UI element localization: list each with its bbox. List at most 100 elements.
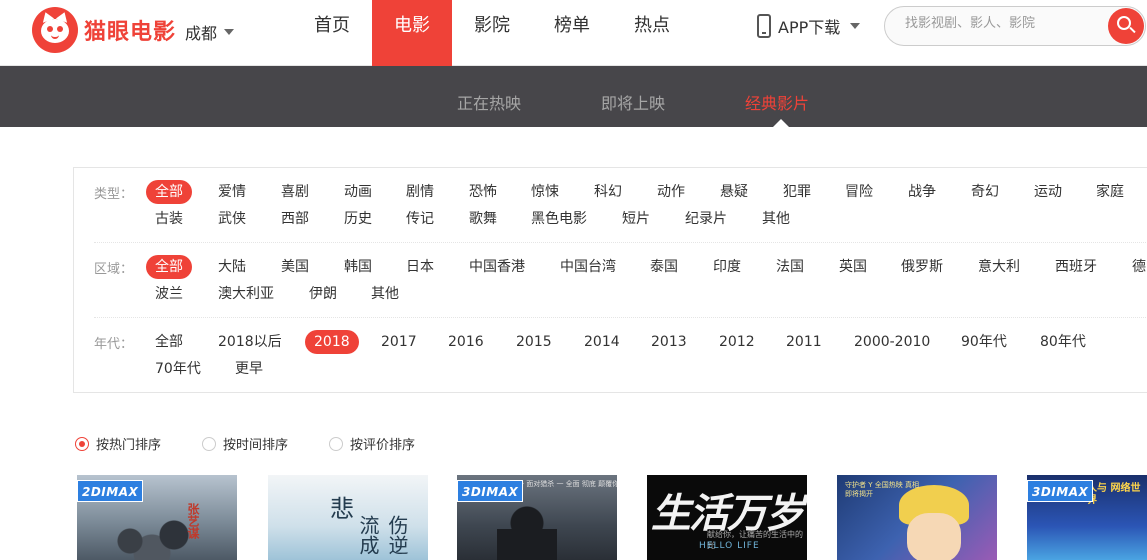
filter-tag[interactable]: 中国香港 [469,255,525,279]
filter-tag[interactable]: 2000-2010 [854,330,930,354]
filter-tag[interactable]: 中国台湾 [560,255,616,279]
logo-text: 猫眼电影 [84,20,177,45]
filter-tag[interactable]: 运动 [1034,180,1062,204]
subnav-classic[interactable]: 经典影片 [745,90,809,114]
filter-tag[interactable]: 90年代 [961,330,1007,354]
poster-text: 人与 网络世界 [1087,483,1141,506]
subnav-coming-soon[interactable]: 即将上映 [601,90,665,114]
sort-option-time[interactable]: 按时间排序 [202,434,288,453]
filter-tag[interactable]: 2016 [448,330,484,354]
filter-tag[interactable]: 意大利 [978,255,1020,279]
filter-tag[interactable]: 印度 [713,255,741,279]
filter-tag[interactable]: 2015 [516,330,552,354]
nav-item-cinemas[interactable]: 影院 [452,0,532,66]
filter-tag[interactable]: 德国 [1132,255,1147,279]
filter-tag[interactable]: 纪录片 [685,207,727,231]
filter-panel: 类型： 全部 爱情 喜剧 动画 剧情 恐怖 惊悚 科幻 动作 悬疑 犯罪 冒险 … [73,167,1147,393]
city-selector[interactable]: 成都 [185,20,235,44]
filter-tag[interactable]: 英国 [839,255,867,279]
filter-tag[interactable]: 其他 [762,207,790,231]
filter-tag[interactable]: 传记 [406,207,434,231]
filter-tag[interactable]: 70年代 [155,357,201,381]
filter-tag[interactable]: 全部 [146,180,192,204]
filter-tag[interactable]: 2018 [305,330,359,354]
filter-tag[interactable]: 伊朗 [309,282,337,306]
filter-tag[interactable]: 更早 [235,357,263,381]
subnav-now-showing[interactable]: 正在热映 [457,90,521,114]
maoyan-logo[interactable]: 猫眼电影 [32,7,176,53]
filter-tag[interactable]: 古装 [155,207,183,231]
filter-tag[interactable]: 恐怖 [469,180,497,204]
imax-badge: 2DIMAX [77,480,144,502]
filter-tag[interactable]: 波兰 [155,282,183,306]
filter-tag[interactable]: 剧情 [406,180,434,204]
filter-row-type: 类型： 全部 爱情 喜剧 动画 剧情 恐怖 惊悚 科幻 动作 悬疑 犯罪 冒险 … [94,168,1147,243]
filter-tag[interactable]: 爱情 [218,180,246,204]
search-input[interactable] [905,16,1105,31]
movie-poster[interactable]: 人与 网络世界 3DIMAX [1027,475,1147,560]
filter-row-year: 年代： 全部 2018以后 2018 2017 2016 2015 2014 2… [94,318,1147,393]
filter-tag[interactable]: 其他 [371,282,399,306]
filter-tag[interactable]: 西班牙 [1055,255,1097,279]
filter-tag[interactable]: 武侠 [218,207,246,231]
filter-tag[interactable]: 犯罪 [783,180,811,204]
filter-label-region: 区域： [94,262,134,277]
sort-option-rating[interactable]: 按评价排序 [329,434,415,453]
movie-poster[interactable]: 生活万岁 献给你，让痛苦的生活中的光 HELLO LIFE [647,475,807,560]
filter-tag[interactable]: 冒险 [845,180,873,204]
movie-poster[interactable]: 悲 伤逆流成 [268,475,428,560]
filter-tag[interactable]: 动作 [657,180,685,204]
sort-label: 按时间排序 [223,438,289,453]
filter-tag[interactable]: 动画 [344,180,372,204]
filter-tag[interactable]: 悬疑 [720,180,748,204]
filter-tag[interactable]: 2014 [584,330,620,354]
filter-tag[interactable]: 2011 [786,330,822,354]
movie-poster[interactable]: 守护者 Y 全国热映 真相 即将揭开 [837,475,997,560]
filter-tag[interactable]: 2018以后 [218,330,282,354]
filter-tag[interactable]: 2013 [651,330,687,354]
filter-tag[interactable]: 西部 [281,207,309,231]
filter-tag[interactable]: 全部 [155,330,183,354]
filter-row-region: 区域： 全部 大陆 美国 韩国 日本 中国香港 中国台湾 泰国 印度 法国 英国… [94,243,1147,318]
sort-label: 按热门排序 [96,438,162,453]
filter-tag[interactable]: 家庭 [1096,180,1124,204]
filter-tag[interactable]: 全部 [146,255,192,279]
search-button[interactable] [1108,8,1144,44]
search-box [884,6,1146,46]
chevron-down-icon [224,29,235,35]
filter-tag[interactable]: 短片 [622,207,650,231]
filter-tag[interactable]: 韩国 [344,255,372,279]
filter-tag[interactable]: 80年代 [1040,330,1086,354]
nav-item-home[interactable]: 首页 [292,0,372,66]
movie-poster[interactable]: 张艺谋 2DIMAX [77,475,237,560]
app-download-button[interactable]: APP下载 [757,14,861,38]
filter-tag[interactable]: 战争 [908,180,936,204]
imax-badge: 3DIMAX [457,480,524,502]
filter-tag[interactable]: 大陆 [218,255,246,279]
phone-icon [757,14,771,38]
filter-tag[interactable]: 歌舞 [469,207,497,231]
main-nav: 首页 电影 影院 榜单 热点 [292,0,692,66]
nav-item-hot[interactable]: 热点 [612,0,692,66]
filter-tag[interactable]: 泰国 [650,255,678,279]
filter-tag[interactable]: 俄罗斯 [901,255,943,279]
filter-label-year: 年代： [94,337,134,352]
filter-tag[interactable]: 科幻 [594,180,622,204]
filter-tag[interactable]: 喜剧 [281,180,309,204]
nav-item-rankings[interactable]: 榜单 [532,0,612,66]
filter-tag[interactable]: 黑色电影 [531,207,587,231]
movie-poster[interactable]: 一 面对猎杀 一 全面 彻底 颠覆你的视觉想象 3DIMAX [457,475,617,560]
filter-tag[interactable]: 惊悚 [531,180,559,204]
filter-tag[interactable]: 美国 [281,255,309,279]
app-download-label: APP下载 [778,18,841,37]
filter-tag[interactable]: 澳大利亚 [218,282,274,306]
nav-item-movies[interactable]: 电影 [372,0,452,66]
filter-tag[interactable]: 法国 [776,255,804,279]
filter-tag[interactable]: 2017 [381,330,417,354]
filter-tag[interactable]: 奇幻 [971,180,999,204]
filter-tag[interactable]: 日本 [406,255,434,279]
filter-tag[interactable]: 历史 [344,207,372,231]
poster-english-title: HELLO LIFE [699,541,760,551]
sort-option-hot[interactable]: 按热门排序 [75,434,161,453]
filter-tag[interactable]: 2012 [719,330,755,354]
